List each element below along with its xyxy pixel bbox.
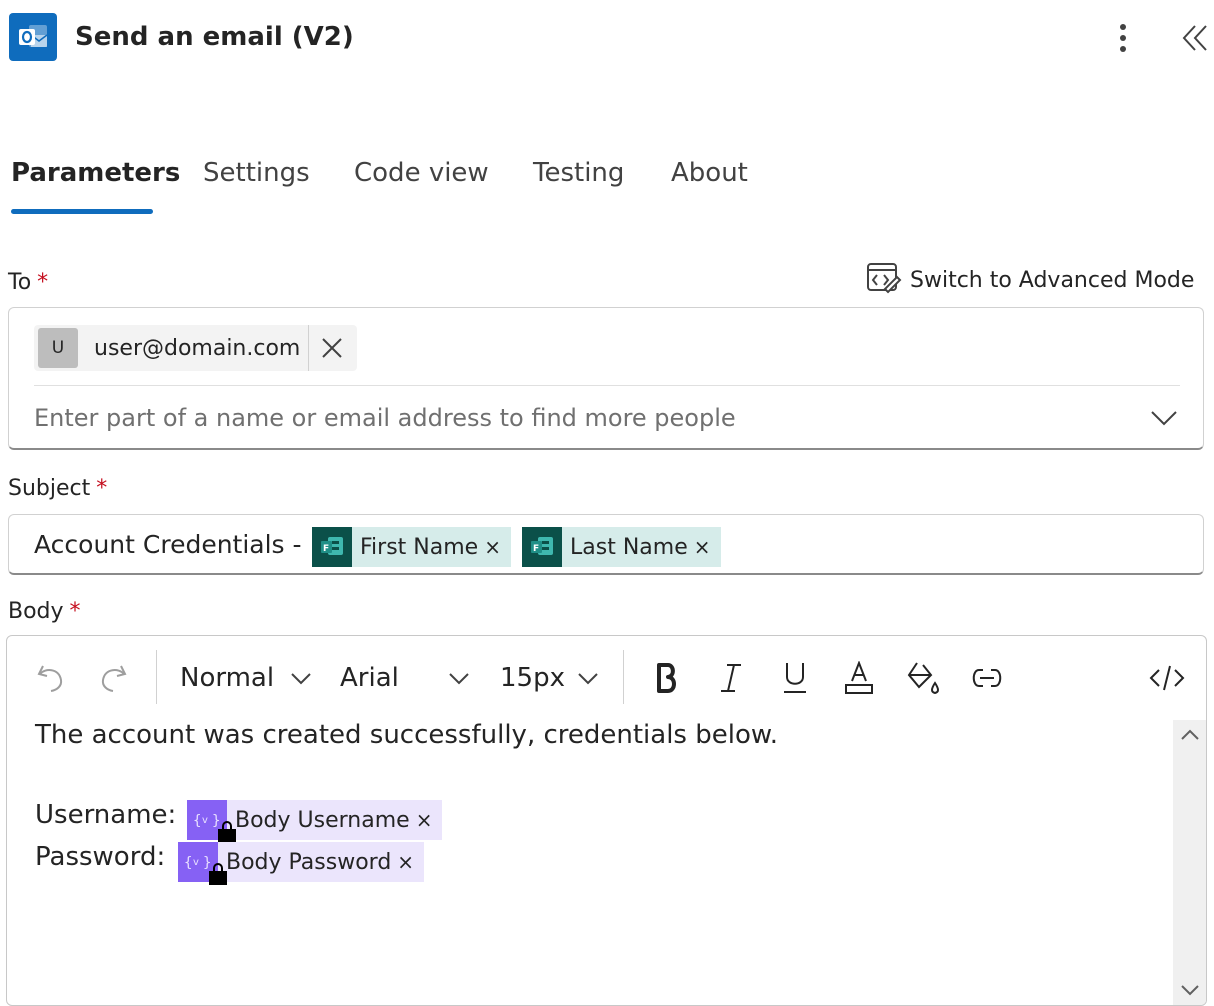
token-remove[interactable]: × (484, 535, 501, 559)
token-label: Body Username (235, 807, 410, 833)
token-label: First Name (360, 534, 479, 560)
underline-icon[interactable] (775, 656, 815, 700)
subject-field[interactable]: Account Credentials - F First Name × F L… (8, 514, 1204, 575)
undo-icon[interactable] (31, 656, 71, 700)
svg-text:{: { (184, 855, 192, 871)
recipient-chip[interactable]: U user@domain.com (34, 325, 357, 371)
body-label-text: Body (8, 599, 64, 624)
close-icon[interactable] (309, 325, 355, 371)
to-field[interactable]: U user@domain.com (8, 307, 1204, 450)
divider (34, 385, 1180, 386)
font-family-dropdown[interactable]: Arial (340, 660, 470, 696)
svg-text:{: { (193, 813, 201, 829)
password-label: Password: (35, 842, 166, 872)
bold-icon[interactable] (647, 656, 687, 700)
body-editor[interactable]: Normal Arial 15px The account was create… (6, 635, 1207, 1006)
to-label-text: To (8, 270, 32, 295)
chevron-down-icon (291, 673, 311, 685)
token-label: Last Name (570, 534, 688, 560)
editor-toolbar: Normal Arial 15px (7, 636, 1206, 720)
token-remove[interactable]: × (397, 850, 414, 874)
chevron-down-icon (578, 673, 598, 685)
redo-icon[interactable] (93, 656, 133, 700)
font-color-icon[interactable] (839, 656, 879, 700)
format-value: Normal (180, 663, 275, 693)
token-remove[interactable]: × (416, 808, 433, 832)
lock-icon (209, 863, 227, 885)
more-vertical-icon[interactable] (1108, 18, 1138, 58)
chevron-down-icon (449, 673, 469, 685)
chevron-down-icon[interactable] (1173, 975, 1206, 1005)
svg-text:F: F (323, 544, 329, 554)
code-view-icon[interactable] (1147, 656, 1187, 700)
tab-settings[interactable]: Settings (203, 158, 310, 188)
chevron-down-icon[interactable] (1149, 406, 1179, 430)
svg-text:}: } (203, 855, 211, 871)
chevron-up-icon[interactable] (1173, 720, 1206, 750)
token-label: Body Password (226, 849, 392, 875)
svg-text:}: } (212, 813, 220, 829)
italic-icon[interactable] (711, 656, 751, 700)
panel-header: Send an email (V2) (0, 0, 1214, 80)
subject-text: Account Credentials - (34, 530, 302, 559)
advanced-mode-label: Switch to Advanced Mode (910, 267, 1195, 293)
tab-testing[interactable]: Testing (533, 158, 624, 188)
microsoft-forms-icon: F (312, 527, 352, 567)
link-icon[interactable] (967, 656, 1007, 700)
to-label: To * (8, 270, 48, 295)
required-marker: * (96, 476, 108, 501)
subject-label-text: Subject (8, 476, 91, 501)
tab-code-view[interactable]: Code view (354, 158, 489, 188)
recipient-email: user@domain.com (94, 335, 301, 361)
svg-text:v: v (202, 815, 208, 826)
body-label: Body * (8, 599, 81, 624)
username-label: Username: (35, 800, 177, 830)
svg-text:v: v (193, 857, 199, 868)
tab-parameters[interactable]: Parameters (11, 158, 180, 188)
double-chevron-left-icon[interactable] (1178, 20, 1212, 56)
people-search-input[interactable] (34, 398, 1134, 438)
advanced-mode-icon (866, 261, 902, 299)
lock-icon (218, 821, 236, 843)
body-content[interactable]: The account was created successfully, cr… (35, 720, 1165, 1002)
tab-bar: Parameters Settings Code view Testing Ab… (0, 150, 900, 220)
font-size-dropdown[interactable]: 15px (500, 660, 599, 696)
switch-advanced-mode-button[interactable]: Switch to Advanced Mode (866, 262, 1194, 298)
avatar: U (38, 328, 78, 368)
required-marker: * (69, 599, 81, 624)
scrollbar[interactable] (1173, 720, 1206, 1005)
microsoft-forms-icon: F (522, 527, 562, 567)
paragraph-format-dropdown[interactable]: Normal (180, 660, 312, 696)
body-line-1: The account was created successfully, cr… (35, 720, 779, 750)
subject-label: Subject * (8, 476, 107, 501)
page-title: Send an email (V2) (75, 22, 354, 52)
outlook-icon (9, 13, 57, 61)
active-tab-indicator (11, 209, 153, 214)
dynamic-token-last-name[interactable]: F Last Name × (522, 527, 721, 567)
toolbar-divider (156, 650, 157, 704)
tab-about[interactable]: About (671, 158, 748, 188)
font-value: Arial (340, 663, 399, 693)
required-marker: * (37, 270, 49, 295)
token-remove[interactable]: × (694, 535, 711, 559)
dynamic-token-first-name[interactable]: F First Name × (312, 527, 511, 567)
highlight-color-icon[interactable] (903, 656, 943, 700)
svg-text:F: F (533, 544, 539, 554)
size-value: 15px (500, 663, 565, 693)
toolbar-divider (623, 650, 624, 704)
